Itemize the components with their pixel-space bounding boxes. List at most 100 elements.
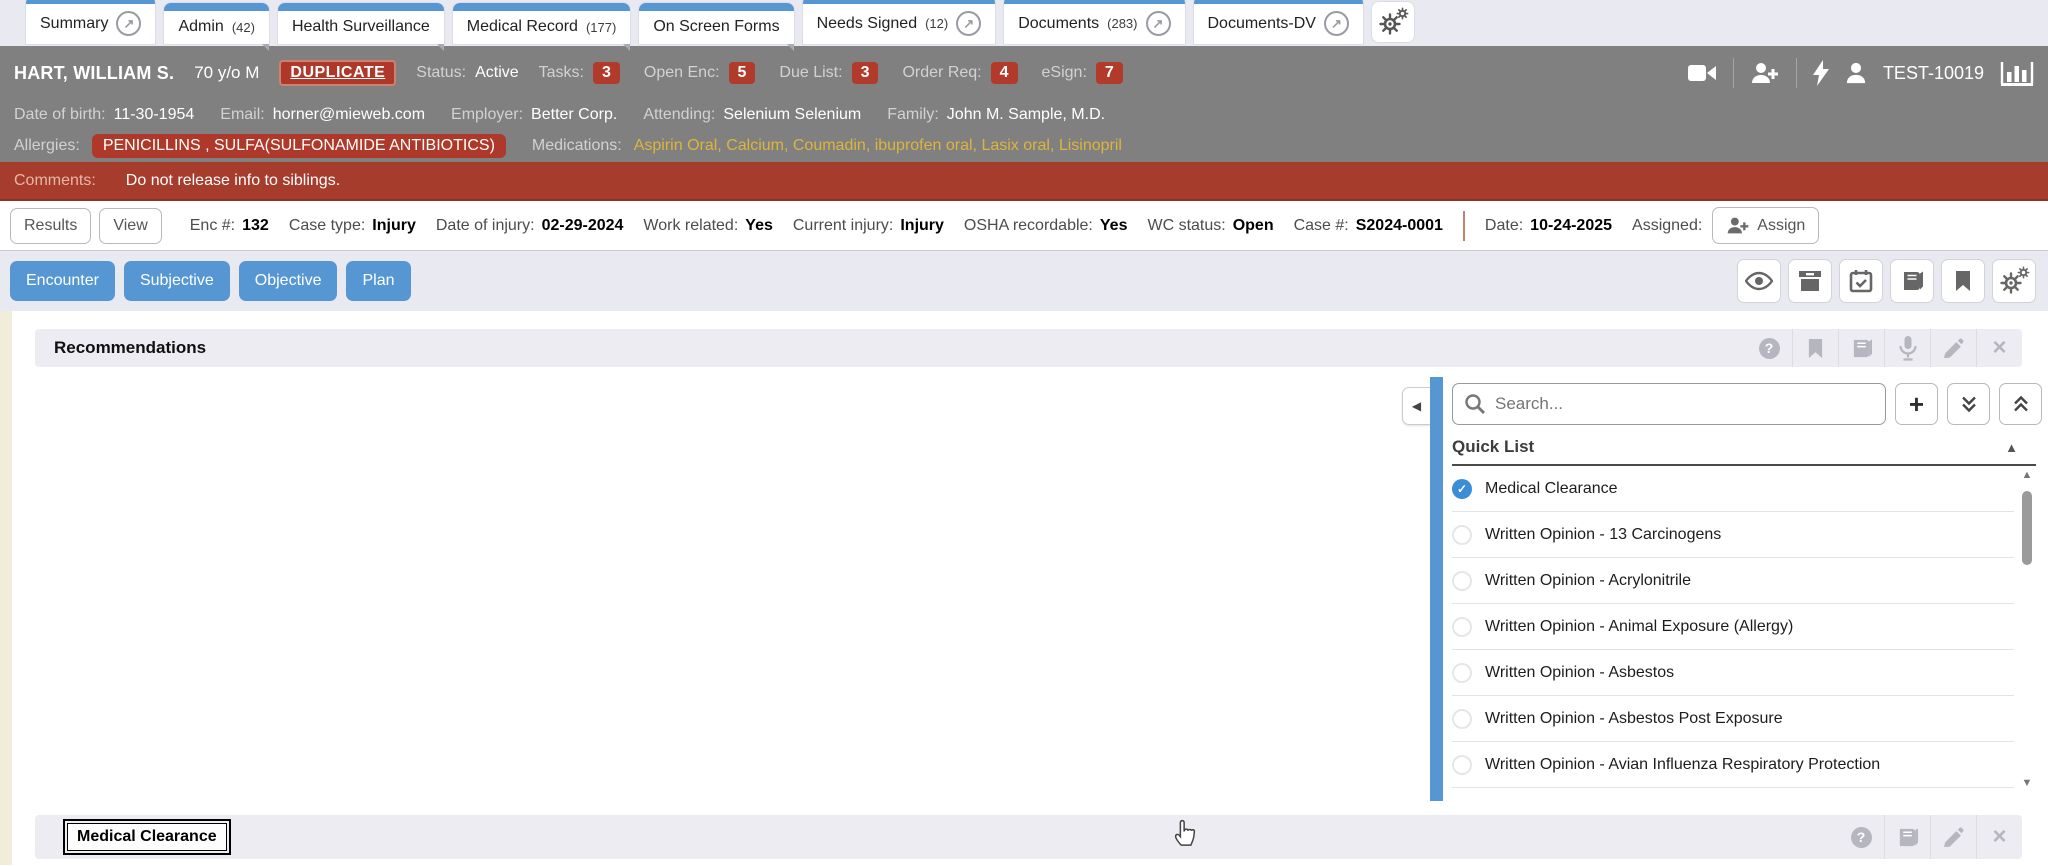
allergies-badge[interactable]: PENICILLINS , SULFA(SULFONAMIDE ANTIBIOT… <box>92 134 506 158</box>
case-field-work-related: Work related:Yes <box>643 217 772 235</box>
main-content: Recommendations ? × ◀ + <box>0 311 2048 865</box>
video-camera-icon[interactable] <box>1687 62 1717 84</box>
counter-badge[interactable]: 3 <box>593 62 620 84</box>
microphone-icon[interactable] <box>1884 329 1930 367</box>
book-icon[interactable] <box>1838 329 1884 367</box>
medications-label: Medications: <box>532 137 622 155</box>
unselected-radio-icon[interactable] <box>1452 525 1472 545</box>
pencil-icon[interactable] <box>1930 815 1976 859</box>
panel-accent-strip <box>1430 377 1443 801</box>
section-header-icons: ? × <box>1746 329 2022 367</box>
case-date-field: Date: 10-24-2025 <box>1485 217 1612 235</box>
counter-badge[interactable]: 5 <box>729 62 756 84</box>
tab-admin[interactable]: Admin(42) <box>164 3 268 44</box>
lightning-bolt-icon[interactable] <box>1813 60 1829 86</box>
bar-chart-icon[interactable] <box>2000 60 2034 86</box>
tab-label: Medical Record <box>467 18 578 36</box>
bookmark-icon[interactable] <box>1941 259 1985 303</box>
status-label: Status: <box>416 64 466 82</box>
counter-badge[interactable]: 7 <box>1096 62 1123 84</box>
open-in-new-icon[interactable]: ↗ <box>1146 11 1171 36</box>
unselected-radio-icon[interactable] <box>1452 571 1472 591</box>
close-icon[interactable]: × <box>1976 815 2022 859</box>
person-add-icon[interactable] <box>1750 61 1780 85</box>
medication-link[interactable]: ibuprofen oral <box>875 137 973 154</box>
collapse-all-button[interactable] <box>1999 383 2042 425</box>
archive-box-icon[interactable] <box>1788 259 1832 303</box>
book-icon[interactable] <box>1884 815 1930 859</box>
field-label: Date of injury: <box>436 217 535 235</box>
tab-documents-dv[interactable]: Documents-DV↗ <box>1194 0 1363 44</box>
medication-link[interactable]: Calcium <box>726 137 784 154</box>
help-icon[interactable]: ? <box>1838 815 1884 859</box>
quick-list-item[interactable]: Written Opinion - Asbestos Post Exposure <box>1452 696 2014 742</box>
view-button[interactable]: View <box>99 208 161 244</box>
nav-button-plan[interactable]: Plan <box>346 261 410 301</box>
medication-link[interactable]: Coumadin <box>793 137 866 154</box>
patient-id: TEST-10019 <box>1883 63 1984 84</box>
tab-health-surveillance[interactable]: Health Surveillance <box>278 3 444 44</box>
book-icon[interactable] <box>1890 259 1934 303</box>
collapse-section-icon[interactable]: ▲ <box>2005 440 2018 455</box>
tab-label: Admin <box>178 18 223 36</box>
tab-summary[interactable]: Summary↗ <box>26 0 155 44</box>
pencil-icon[interactable] <box>1930 329 1976 367</box>
open-in-new-icon[interactable]: ↗ <box>1324 11 1349 36</box>
quick-list-item[interactable]: Written Opinion - Asbestos <box>1452 650 2014 696</box>
scrollbar-thumb[interactable] <box>2022 491 2032 565</box>
tab-needs-signed[interactable]: Needs Signed(12)↗ <box>803 0 996 44</box>
quick-list-scrollbar[interactable]: ▲ ▼ <box>2020 469 2034 789</box>
medication-link[interactable]: Lisinopril <box>1059 137 1122 154</box>
unselected-radio-icon[interactable] <box>1452 617 1472 637</box>
duplicate-badge[interactable]: DUPLICATE <box>279 60 396 86</box>
unselected-radio-icon[interactable] <box>1452 663 1472 683</box>
panel-collapse-button[interactable]: ◀ <box>1402 387 1430 425</box>
tab-dropdown-corner-icon <box>787 44 794 51</box>
quick-list-item[interactable]: Written Opinion - Animal Exposure (Aller… <box>1452 604 2014 650</box>
field-value: Injury <box>372 217 416 235</box>
tab-on-screen-forms[interactable]: On Screen Forms <box>639 3 793 44</box>
quick-list-item[interactable]: ✓Medical Clearance <box>1452 466 2014 512</box>
assign-button[interactable]: Assign <box>1712 207 1819 244</box>
demographic-email: Email:horner@mieweb.com <box>220 106 425 124</box>
tab-medical-record[interactable]: Medical Record(177) <box>453 3 631 44</box>
nav-button-subjective[interactable]: Subjective <box>124 261 230 301</box>
calendar-check-icon[interactable] <box>1839 259 1883 303</box>
counter-badge[interactable]: 4 <box>991 62 1018 84</box>
open-in-new-icon[interactable]: ↗ <box>116 11 141 36</box>
gears-icon[interactable] <box>1992 259 2036 303</box>
quick-list-item-label: Written Opinion - Acrylonitrile <box>1485 572 1691 590</box>
unselected-radio-icon[interactable] <box>1452 709 1472 729</box>
quick-list-item[interactable]: Written Opinion - 13 Carcinogens <box>1452 512 2014 558</box>
counter-badge[interactable]: 3 <box>852 62 879 84</box>
tab-settings-button[interactable] <box>1372 2 1414 42</box>
medication-link[interactable]: Aspirin Oral <box>634 137 718 154</box>
bookmark-icon[interactable] <box>1792 329 1838 367</box>
help-icon[interactable]: ? <box>1746 329 1792 367</box>
tab-count: (12) <box>925 16 948 31</box>
add-button[interactable]: + <box>1895 383 1938 425</box>
medication-link[interactable]: Lasix oral <box>981 137 1049 154</box>
selected-check-icon[interactable]: ✓ <box>1452 479 1472 499</box>
close-icon[interactable]: × <box>1976 329 2022 367</box>
field-label: Case type: <box>289 217 365 235</box>
tab-documents[interactable]: Documents(283)↗ <box>1004 0 1184 44</box>
expand-all-button[interactable] <box>1947 383 1990 425</box>
nav-button-objective[interactable]: Objective <box>239 261 338 301</box>
field-label: WC status: <box>1147 217 1225 235</box>
search-input[interactable] <box>1452 383 1886 425</box>
scroll-down-icon[interactable]: ▼ <box>2020 777 2034 789</box>
section-title-focused[interactable]: Medical Clearance <box>67 823 227 851</box>
scroll-up-icon[interactable]: ▲ <box>2020 469 2034 481</box>
open-in-new-icon[interactable]: ↗ <box>956 11 981 36</box>
results-button[interactable]: Results <box>10 208 91 244</box>
quick-list-item[interactable]: Written Opinion - Acrylonitrile <box>1452 558 2014 604</box>
nav-button-encounter[interactable]: Encounter <box>10 261 115 301</box>
eye-icon[interactable] <box>1737 259 1781 303</box>
person-add-icon <box>1726 216 1750 235</box>
soap-nav-buttons: EncounterSubjectiveObjectivePlan <box>10 261 411 301</box>
case-field-enc: Enc #:132 <box>190 217 269 235</box>
unselected-radio-icon[interactable] <box>1452 755 1472 775</box>
soap-nav-row: EncounterSubjectiveObjectivePlan <box>0 251 2048 311</box>
quick-list-item[interactable]: Written Opinion - Avian Influenza Respir… <box>1452 742 2014 788</box>
